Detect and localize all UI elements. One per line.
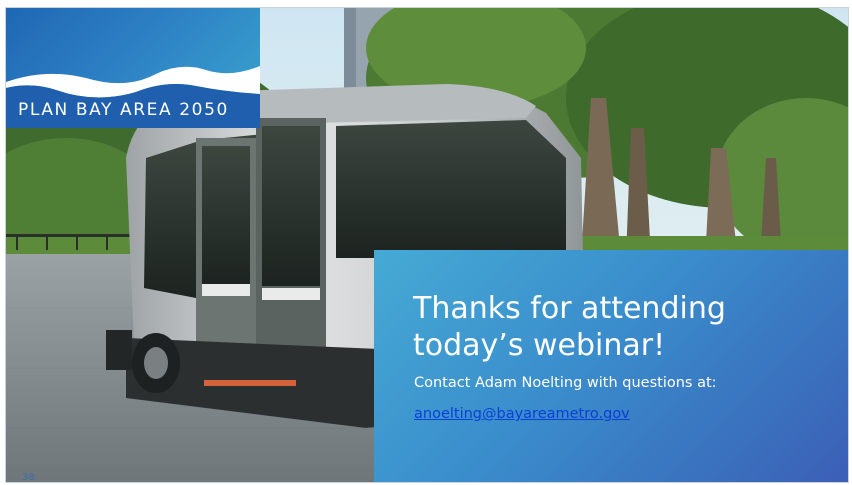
plan-bay-area-logo: PLAN BAY AREA 2050	[6, 8, 260, 128]
thanks-headline: Thanks for attending today’s webinar!	[413, 291, 726, 363]
logo-text: PLAN BAY AREA 2050	[18, 100, 229, 120]
presentation-slide: PLAN BAY AREA 2050 Thanks for attending …	[6, 8, 848, 482]
closing-message-panel: Thanks for attending today’s webinar! Co…	[374, 250, 848, 482]
contact-text: Contact Adam Noelting with questions at:	[414, 375, 717, 391]
slide-number: 38	[22, 472, 35, 482]
contact-email-link[interactable]: anoelting@bayareametro.gov	[414, 406, 630, 422]
